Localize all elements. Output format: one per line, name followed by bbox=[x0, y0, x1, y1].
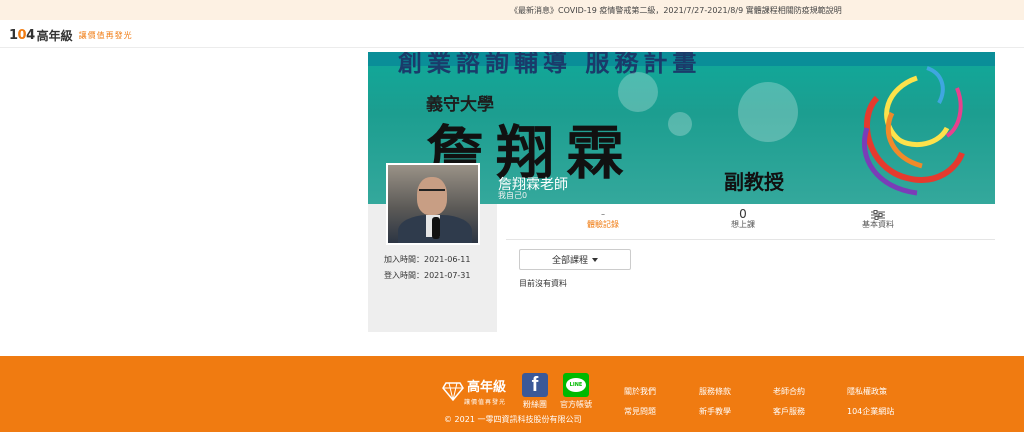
teacher-avatar bbox=[386, 163, 480, 245]
logo-number: 104 bbox=[9, 28, 35, 43]
banner-university: 義守大學 bbox=[426, 95, 494, 115]
teacher-dates: 加入時間：2021-06-11 登入時間：2021-07-31 bbox=[384, 252, 471, 284]
top-navbar: 104 高年級 讓價值再發光 bbox=[0, 20, 1024, 48]
footer-brand: 高年級 bbox=[467, 380, 507, 395]
avatar-glasses bbox=[419, 189, 445, 195]
facebook-label: 粉絲團 bbox=[523, 400, 547, 409]
caret-down-icon bbox=[592, 257, 598, 262]
course-filter-dropdown[interactable]: 全部課程 bbox=[519, 249, 631, 270]
announcement-bar: 《最新消息》COVID-19 疫情警戒第二級，2021/7/27-2021/8/… bbox=[0, 0, 1024, 20]
footer-link-about[interactable]: 關於我們 bbox=[624, 386, 656, 397]
facebook-link[interactable]: f 粉絲團 bbox=[522, 373, 548, 410]
joined-date: 加入時間：2021-06-11 bbox=[384, 255, 471, 264]
line-link[interactable]: LINE 官方帳號 bbox=[560, 373, 592, 410]
tab-basic-info[interactable]: 基本資料 bbox=[823, 208, 933, 230]
footer-link-104-corp[interactable]: 104企業網站 bbox=[847, 406, 894, 417]
avatar-face bbox=[417, 177, 447, 215]
tab-count: - bbox=[600, 207, 606, 221]
footer-link-tutorial[interactable]: 新手教學 bbox=[699, 406, 731, 417]
line-label: 官方帳號 bbox=[560, 400, 592, 409]
tab-want-to-attend[interactable]: 0 想上課 bbox=[688, 208, 798, 230]
tab-label: 體驗記錄 bbox=[587, 220, 619, 229]
site-footer: 高年級 讓價值再發光 f 粉絲團 LINE 官方帳號 © 2021 一零四資訊科… bbox=[0, 356, 1024, 432]
banner-bubble bbox=[668, 112, 692, 136]
avatar-microphone bbox=[432, 217, 440, 239]
sliders-icon bbox=[871, 210, 885, 220]
teacher-subtitle: 我自己0 bbox=[498, 191, 528, 200]
teacher-profile: 創業諮詢輔導 服務計畫 義守大學 詹翔霖 副教授 詹翔霖老師 我自己0 加入時間… bbox=[368, 52, 995, 332]
logo-brand: 高年級 bbox=[36, 29, 73, 43]
copyright-text: © 2021 一零四資訊科技股份有限公司 bbox=[444, 415, 582, 424]
footer-link-customer-service[interactable]: 客戶服務 bbox=[773, 406, 805, 417]
footer-link-teacher-contract[interactable]: 老師合約 bbox=[773, 386, 805, 397]
profile-tabs: - 體驗記錄 0 想上課 基本資料 bbox=[506, 204, 995, 240]
tab-label: 基本資料 bbox=[862, 220, 894, 229]
line-icon: LINE bbox=[563, 373, 589, 397]
phoenix-illustration bbox=[861, 66, 965, 196]
footer-slogan: 讓價值再發光 bbox=[464, 399, 507, 406]
tab-count: 0 bbox=[739, 207, 747, 221]
banner-top-text: 創業諮詢輔導 服務計畫 bbox=[398, 52, 702, 77]
last-login-date: 登入時間：2021-07-31 bbox=[384, 271, 471, 280]
facebook-icon: f bbox=[522, 373, 548, 397]
diamond-icon bbox=[442, 382, 464, 401]
tab-experience-records[interactable]: - 體驗記錄 bbox=[548, 208, 658, 230]
banner-bubble bbox=[738, 82, 798, 142]
banner-bubble bbox=[618, 72, 658, 112]
footer-logo[interactable]: 高年級 讓價值再發光 bbox=[442, 376, 506, 406]
empty-state-text: 目前沒有資料 bbox=[519, 279, 567, 288]
footer-link-terms[interactable]: 服務條款 bbox=[699, 386, 731, 397]
tab-label: 想上課 bbox=[731, 220, 755, 229]
announcement-link[interactable]: 《最新消息》COVID-19 疫情警戒第二級，2021/7/27-2021/8/… bbox=[510, 5, 842, 16]
dropdown-label: 全部課程 bbox=[551, 256, 588, 266]
footer-link-faq[interactable]: 常見問題 bbox=[624, 406, 656, 417]
banner-rank: 副教授 bbox=[724, 170, 784, 194]
logo-slogan: 讓價值再發光 bbox=[78, 31, 133, 40]
site-logo[interactable]: 104 高年級 讓價值再發光 bbox=[9, 27, 133, 44]
footer-link-privacy[interactable]: 隱私權政策 bbox=[847, 386, 887, 397]
